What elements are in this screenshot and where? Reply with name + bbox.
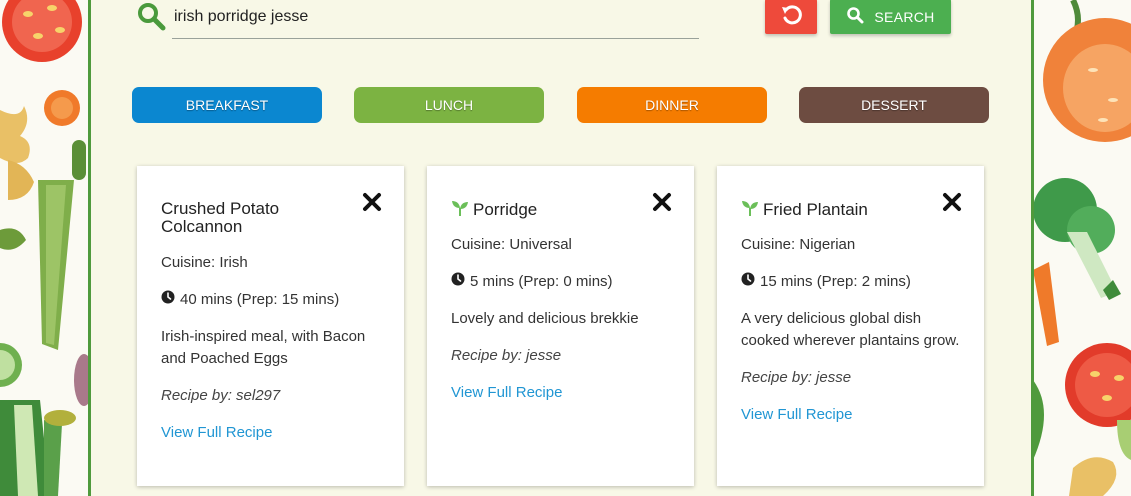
close-icon[interactable]	[942, 192, 962, 212]
search-icon	[136, 1, 166, 31]
sprout-icon	[741, 200, 759, 220]
recipe-title-text: Porridge	[473, 200, 538, 219]
recipe-time: 5 mins (Prep: 0 mins)	[451, 271, 613, 293]
recipe-description: Lovely and delicious brekkie	[451, 310, 639, 327]
close-icon[interactable]	[652, 192, 672, 212]
recipe-time-text: 5 mins (Prep: 0 mins)	[470, 273, 613, 290]
recipe-author: Recipe by: sel297	[161, 387, 281, 404]
recipe-title-text: Crushed Potato Colcannon	[161, 199, 280, 236]
recipe-title: Fried Plantain	[741, 200, 921, 220]
recipe-title: Porridge	[451, 200, 631, 220]
recipe-time: 40 mins (Prep: 15 mins)	[161, 289, 339, 311]
vegetable-pattern-right	[1033, 0, 1131, 496]
clock-icon	[161, 289, 175, 311]
category-dinner-button[interactable]: DINNER	[577, 87, 767, 123]
vegetable-pattern-left	[0, 0, 89, 496]
recipe-title: Crushed Potato Colcannon	[161, 200, 341, 236]
search-button-label: SEARCH	[874, 8, 935, 25]
view-full-recipe-link[interactable]: View Full Recipe	[451, 382, 562, 404]
recipe-time: 15 mins (Prep: 2 mins)	[741, 271, 911, 293]
recipe-cuisine: Cuisine: Nigerian	[741, 236, 856, 253]
sprout-icon	[451, 200, 469, 220]
recipe-title-text: Fried Plantain	[763, 200, 868, 219]
recipe-cuisine: Cuisine: Universal	[451, 236, 572, 253]
recipe-time-text: 15 mins (Prep: 2 mins)	[760, 273, 911, 290]
reset-search-button[interactable]	[765, 0, 817, 34]
main-panel: SEARCH BREAKFAST LUNCH DINNER DESSERT Cr…	[88, 0, 1034, 496]
recipe-card: Porridge Cuisine: Universal 5 mins (Prep…	[427, 166, 694, 486]
close-icon[interactable]	[362, 192, 382, 212]
view-full-recipe-link[interactable]: View Full Recipe	[741, 404, 852, 426]
search-input[interactable]	[172, 4, 699, 39]
undo-icon	[780, 4, 802, 29]
clock-icon	[741, 271, 755, 293]
recipe-card: Fried Plantain Cuisine: Nigerian 15 mins…	[717, 166, 984, 486]
category-lunch-button[interactable]: LUNCH	[354, 87, 544, 123]
recipe-card: Crushed Potato Colcannon Cuisine: Irish …	[137, 166, 404, 486]
recipe-cuisine: Cuisine: Irish	[161, 254, 248, 271]
recipe-description: Irish-inspired meal, with Bacon and Poac…	[161, 328, 366, 367]
search-icon	[846, 6, 864, 27]
view-full-recipe-link[interactable]: View Full Recipe	[161, 422, 272, 444]
recipe-author: Recipe by: jesse	[451, 347, 562, 364]
clock-icon	[451, 271, 465, 293]
recipe-author: Recipe by: jesse	[741, 369, 852, 386]
search-button[interactable]: SEARCH	[830, 0, 951, 34]
category-dessert-button[interactable]: DESSERT	[799, 87, 989, 123]
recipe-description: A very delicious global dish cooked wher…	[741, 310, 960, 349]
recipe-time-text: 40 mins (Prep: 15 mins)	[180, 291, 340, 308]
category-breakfast-button[interactable]: BREAKFAST	[132, 87, 322, 123]
